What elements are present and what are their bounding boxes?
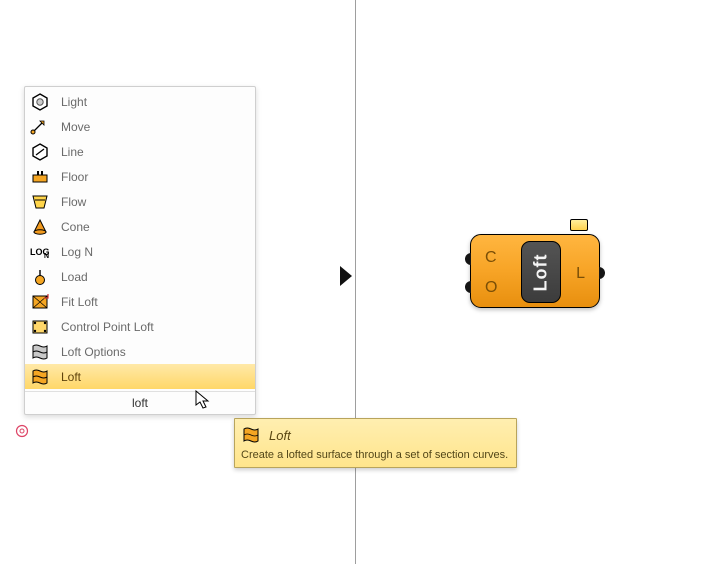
search-result-label: Light bbox=[61, 95, 249, 109]
search-result-label: Control Point Loft bbox=[61, 320, 249, 334]
svg-text:N: N bbox=[44, 253, 49, 260]
search-bar bbox=[25, 391, 255, 414]
search-result-item[interactable]: Light bbox=[25, 89, 255, 114]
loft-icon bbox=[29, 367, 51, 387]
search-result-item[interactable]: Load bbox=[25, 264, 255, 289]
search-result-label: Log N bbox=[61, 245, 249, 259]
search-result-item[interactable]: Control Point Loft bbox=[25, 314, 255, 339]
fitloft-icon bbox=[29, 292, 51, 312]
output-label-l: L bbox=[576, 265, 585, 283]
input-grip-c[interactable] bbox=[461, 253, 471, 265]
search-result-list: Light Move Line Floor Flow Cone LOGN Log N Load F… bbox=[25, 87, 255, 391]
search-result-label: Load bbox=[61, 270, 249, 284]
canvas[interactable]: C O L Loft Light Move Line Floor Flow Cone LOG… bbox=[0, 0, 712, 564]
search-result-label: Flow bbox=[61, 195, 249, 209]
loftopt-icon bbox=[29, 342, 51, 362]
insert-arrow-icon bbox=[338, 264, 356, 288]
cploft-icon bbox=[29, 317, 51, 337]
output-grip-l[interactable] bbox=[599, 267, 609, 279]
component-flag-icon bbox=[570, 219, 588, 231]
tooltip-body: Create a lofted surface through a set of… bbox=[241, 449, 508, 461]
search-result-item[interactable]: Floor bbox=[25, 164, 255, 189]
search-result-item[interactable]: Loft bbox=[25, 364, 255, 389]
placement-target-icon bbox=[15, 424, 29, 438]
input-label-c: C bbox=[485, 249, 497, 267]
move-icon bbox=[29, 117, 51, 137]
search-result-label: Loft bbox=[61, 370, 249, 384]
search-result-item[interactable]: LOGN Log N bbox=[25, 239, 255, 264]
load-icon bbox=[29, 267, 51, 287]
floor-icon bbox=[29, 167, 51, 187]
flow-icon bbox=[29, 192, 51, 212]
hex-light-icon bbox=[29, 92, 51, 112]
search-result-label: Loft Options bbox=[61, 345, 249, 359]
loft-icon bbox=[241, 425, 261, 445]
search-result-item[interactable]: Cone bbox=[25, 214, 255, 239]
component-title: Loft bbox=[530, 253, 551, 291]
search-result-label: Cone bbox=[61, 220, 249, 234]
component-title-pill: Loft bbox=[521, 241, 561, 303]
cone-icon bbox=[29, 217, 51, 237]
loft-component[interactable]: C O L Loft bbox=[470, 234, 600, 308]
tooltip: Loft Create a lofted surface through a s… bbox=[234, 418, 517, 468]
search-result-item[interactable]: Flow bbox=[25, 189, 255, 214]
hex-line-icon bbox=[29, 142, 51, 162]
tooltip-title: Loft bbox=[269, 428, 291, 443]
search-result-label: Fit Loft bbox=[61, 295, 249, 309]
search-result-item[interactable]: Line bbox=[25, 139, 255, 164]
search-result-item[interactable]: Move bbox=[25, 114, 255, 139]
component-search-popup[interactable]: Light Move Line Floor Flow Cone LOGN Log N Load F… bbox=[24, 86, 256, 415]
search-result-item[interactable]: Fit Loft bbox=[25, 289, 255, 314]
search-result-label: Floor bbox=[61, 170, 249, 184]
input-label-o: O bbox=[485, 279, 497, 297]
search-result-item[interactable]: Loft Options bbox=[25, 339, 255, 364]
input-grip-o[interactable] bbox=[461, 281, 471, 293]
logn-icon: LOGN bbox=[29, 242, 51, 262]
search-result-label: Line bbox=[61, 145, 249, 159]
search-input[interactable] bbox=[25, 395, 255, 411]
search-result-label: Move bbox=[61, 120, 249, 134]
